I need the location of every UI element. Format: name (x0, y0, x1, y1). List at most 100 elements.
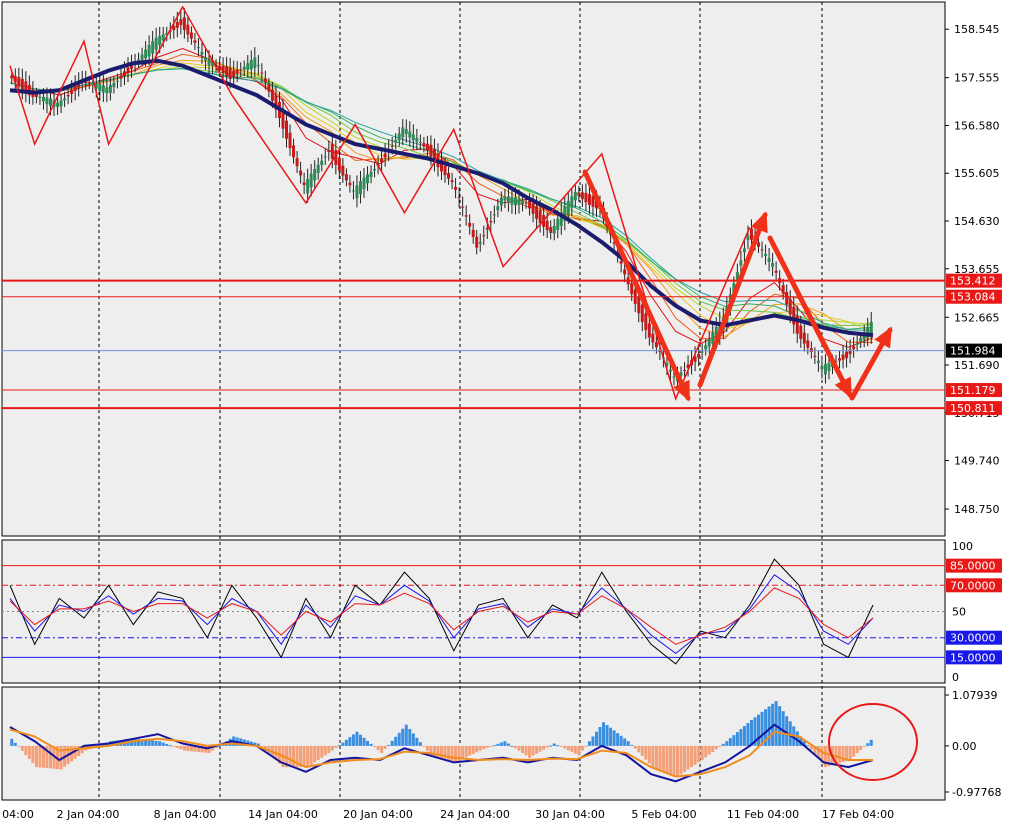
macd-histogram-bar (34, 745, 38, 768)
candle-body (115, 80, 119, 82)
macd-histogram-bar (633, 745, 637, 749)
macd-histogram-bar (373, 745, 377, 747)
macd-histogram-bar (711, 745, 715, 752)
x-tick-label: 14 Jan 04:00 (248, 808, 318, 821)
macd-histogram-bar (334, 745, 338, 748)
candle-body (580, 192, 584, 200)
macd-histogram-bar (496, 743, 500, 746)
candle-body (415, 138, 419, 142)
macd-histogram-bar (528, 745, 532, 758)
candle-body (806, 340, 810, 348)
candle-body (506, 196, 510, 203)
macd-histogram-bar (380, 745, 384, 753)
macd-histogram-bar (376, 745, 380, 750)
candle-body (809, 348, 813, 352)
macd-histogram-bar (485, 745, 489, 748)
macd-histogram-bar (425, 745, 429, 751)
candle-body (330, 143, 334, 159)
candle-body (771, 263, 775, 267)
macd-histogram-bar (189, 745, 193, 752)
candle-body (464, 215, 468, 217)
candle-body (366, 174, 370, 184)
candle-body (87, 81, 91, 84)
chart-window: 04:00 2 Jan 04:00 8 Jan 04:00 14 Jan 04:00 2… (0, 0, 1011, 827)
macd-histogram-bar (327, 745, 331, 753)
macd-histogram-bar (714, 745, 718, 750)
macd-histogram-bar (612, 730, 616, 746)
macd-histogram-bar (563, 745, 567, 749)
stochastic-tick-label: 50 (952, 606, 966, 619)
candle-body (17, 77, 21, 87)
macd-histogram-bar (668, 745, 672, 774)
candle-body (320, 160, 324, 166)
macd-histogram-bar (27, 745, 31, 760)
macd-histogram-bar (774, 701, 778, 746)
macd-histogram-bar (602, 722, 606, 746)
macd-histogram-bar (401, 728, 405, 746)
macd-histogram-bar (757, 714, 761, 746)
candle-body (337, 157, 341, 171)
candle-body (443, 165, 447, 176)
macd-histogram-bar (697, 745, 701, 763)
macd-histogram-bar (369, 743, 373, 746)
candle-body (373, 168, 377, 171)
macd-histogram-bar (492, 745, 496, 747)
candle-body (820, 365, 824, 370)
macd-histogram-bar (859, 745, 863, 750)
macd-histogram-bar (661, 745, 665, 772)
macd-histogram-bar (838, 745, 842, 764)
candle-body (207, 59, 211, 66)
candle-body (704, 345, 708, 350)
macd-histogram-bar (746, 722, 750, 746)
macd-histogram-bar (693, 745, 697, 765)
macd-histogram-bar (168, 745, 172, 747)
macd-histogram-bar (172, 745, 176, 747)
price-level-label: 150.811 (950, 402, 996, 415)
candle-body (757, 242, 761, 247)
candle-body (59, 100, 63, 107)
candle-body (327, 150, 331, 152)
candle-body (845, 351, 849, 359)
candle-body (66, 94, 70, 97)
macd-histogram-bar (461, 745, 465, 760)
candle-body (573, 191, 577, 201)
macd-histogram-bar (732, 735, 736, 746)
macd-histogram-bar (366, 740, 370, 746)
candle-body (816, 360, 820, 363)
macd-histogram-bar (767, 706, 771, 746)
candle-body (549, 227, 553, 233)
candle-body (235, 69, 239, 74)
y-tick-label: 152.665 (954, 311, 1000, 324)
candle-body (383, 153, 387, 158)
macd-histogram-bar (182, 745, 186, 751)
candle-body (292, 145, 296, 158)
candle-body (98, 83, 102, 92)
candle-body (566, 201, 570, 215)
candle-body (41, 96, 45, 102)
macd-histogram-bar (683, 745, 687, 772)
macd-histogram-bar (573, 745, 577, 754)
price-level-label: 153.412 (950, 275, 996, 288)
candle-body (788, 299, 792, 315)
stochastic-level-label: 85.0000 (950, 560, 996, 573)
macd-histogram-bar (313, 745, 317, 763)
candle-body (482, 235, 486, 237)
macd-histogram-bar (760, 711, 764, 746)
candle-body (651, 333, 655, 343)
candle-body (126, 67, 130, 73)
candle-body (394, 140, 398, 143)
candle-body (841, 354, 845, 360)
y-tick-label: 149.740 (954, 455, 1000, 468)
macd-histogram-bar (679, 745, 683, 775)
candle-body (591, 196, 595, 207)
macd-histogram-bar (524, 745, 528, 756)
macd-histogram-bar (133, 738, 137, 746)
candle-body (397, 133, 401, 141)
y-tick-label: 148.750 (954, 503, 1000, 516)
candle-body (535, 206, 539, 219)
macd-histogram-bar (362, 737, 366, 746)
macd-histogram-bar (521, 745, 525, 753)
macd-histogram-bar (404, 724, 408, 746)
candle-body (781, 285, 785, 294)
candle-body (228, 68, 232, 80)
